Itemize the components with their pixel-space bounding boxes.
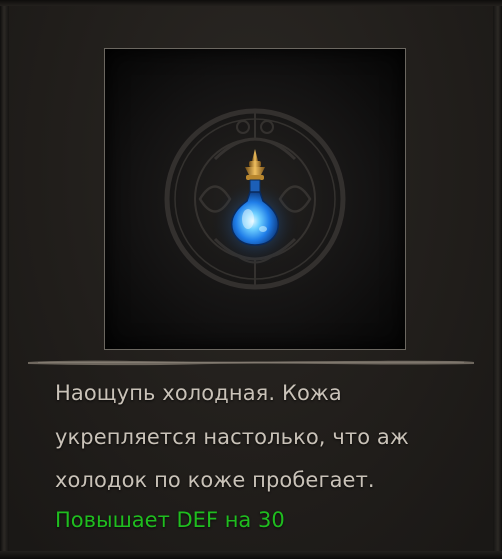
panel-border-right xyxy=(493,0,502,559)
description-line: холодок по коже пробегает. xyxy=(55,468,375,492)
panel-border-bottom xyxy=(0,551,502,559)
item-description: Наощупь холодная. Кожа укрепляется насто… xyxy=(55,372,475,503)
panel-border-left xyxy=(0,0,9,559)
item-image-frame xyxy=(104,48,406,350)
panel-border-top xyxy=(0,0,502,6)
item-tooltip-panel: Наощупь холодная. Кожа укрепляется насто… xyxy=(0,0,502,559)
section-divider xyxy=(28,358,474,366)
description-line: Наощупь холодная. Кожа xyxy=(55,381,342,405)
description-line: укрепляется настолько, что аж xyxy=(55,424,409,449)
item-image xyxy=(164,108,346,290)
item-stat-bonus: Повышает DEF на 30 xyxy=(55,508,285,532)
